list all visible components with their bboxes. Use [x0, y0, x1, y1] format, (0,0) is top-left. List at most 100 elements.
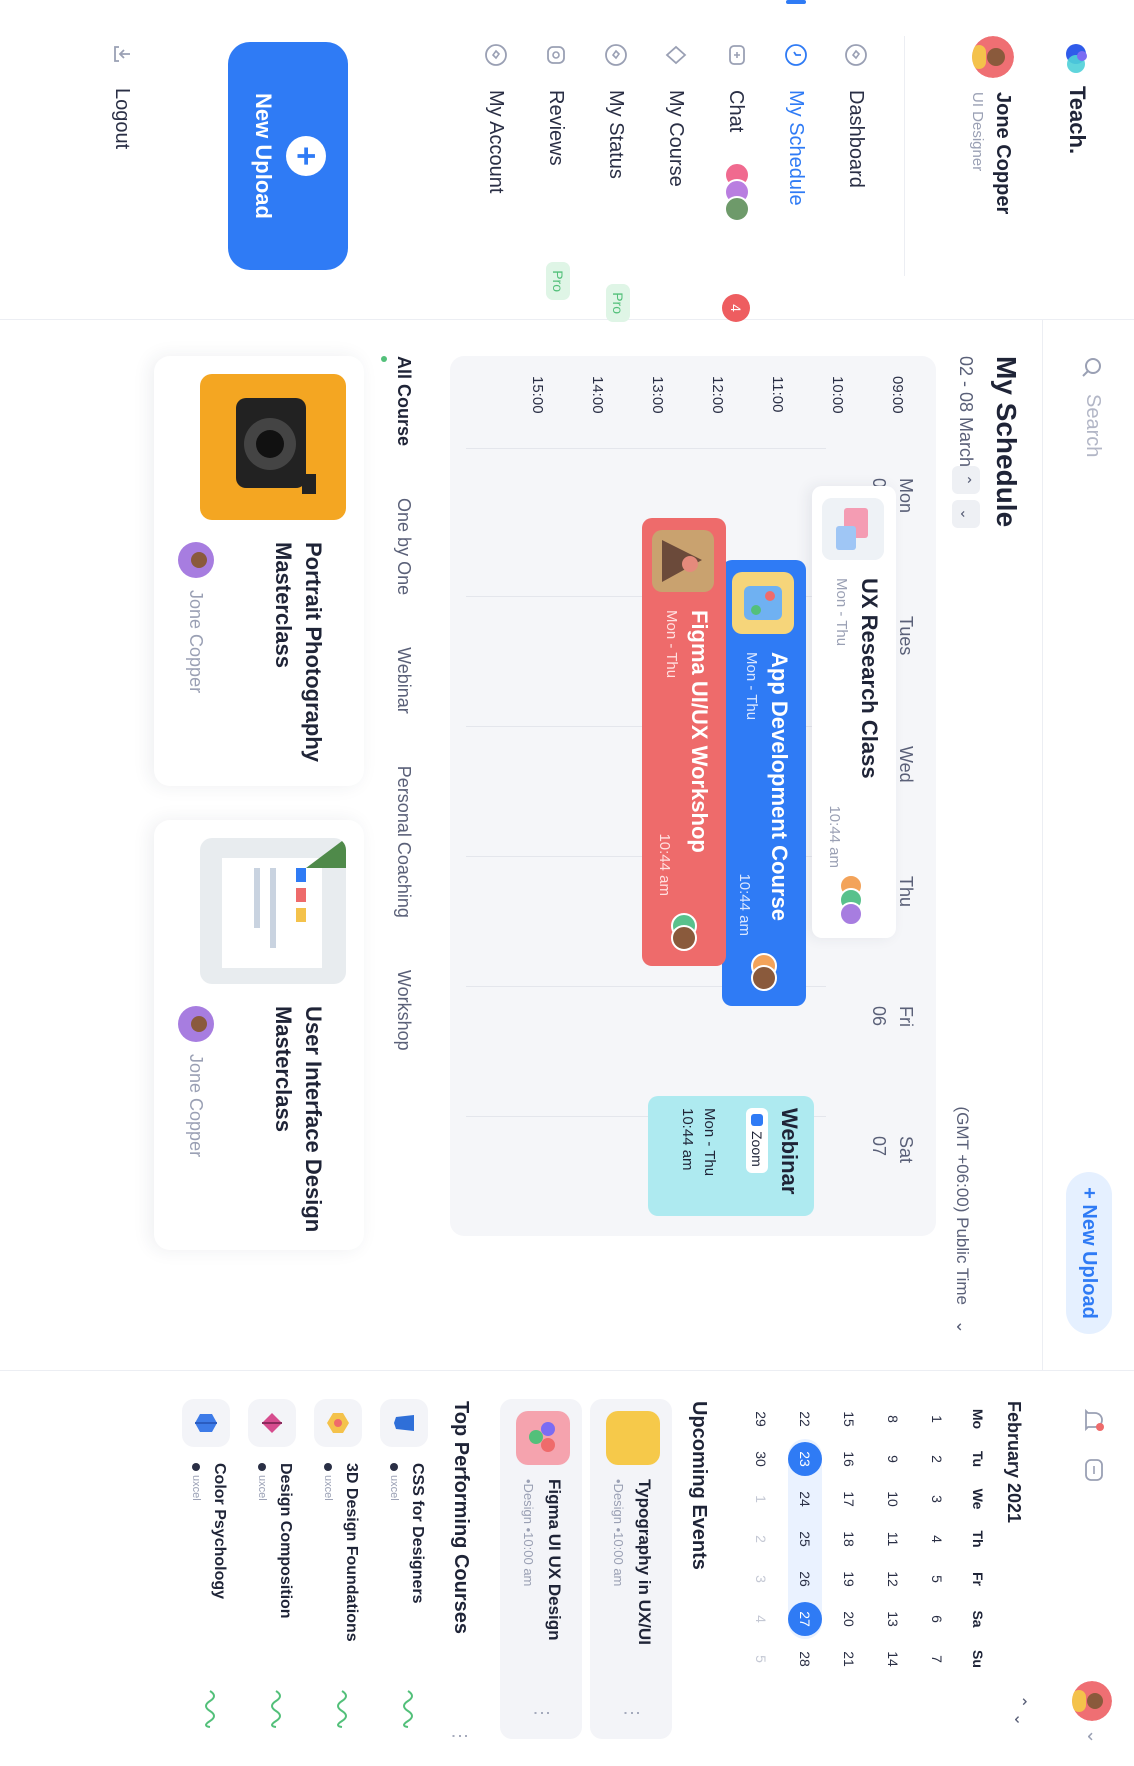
sidebar-item-my-schedule[interactable]: My Schedule — [776, 42, 816, 282]
zoom-icon — [751, 1114, 763, 1126]
timezone-select[interactable]: (GMT +06:00) Public Time ⌄ — [952, 1106, 972, 1334]
sidebar-item-my-status[interactable]: My Status Pro — [596, 42, 636, 322]
sidebar-item-label: Dashboard — [845, 90, 868, 188]
sidebar-item-chat[interactable]: Chat 4 — [716, 42, 756, 322]
upcoming-events-title: Upcoming Events — [688, 1401, 710, 1570]
tab-webinar[interactable]: Webinar — [393, 647, 414, 714]
sidebar-item-reviews[interactable]: Reviews Pro — [536, 42, 576, 300]
cube-icon — [314, 1399, 362, 1447]
course-title: CSS for Designers — [409, 1463, 426, 1604]
event-title: App Development Course — [767, 652, 792, 921]
logout-icon — [110, 42, 134, 66]
sidebar-item-label: My Status — [605, 90, 628, 179]
sidebar-item-label: My Schedule — [785, 90, 808, 206]
course-title: Portrait Photography Masterclass — [271, 542, 326, 763]
user-role: UI Designer — [969, 92, 986, 172]
upcoming-event-item[interactable]: Typography in UX/UI •Design •10:00 am ⋮ — [590, 1399, 672, 1739]
course-author: Jone Copper — [178, 1006, 214, 1157]
event-thumbnail — [822, 498, 884, 560]
time-label: 15:00 — [529, 376, 546, 414]
more-icon[interactable]: ⋮ — [449, 1727, 470, 1745]
logout-button[interactable]: Logout — [110, 42, 134, 149]
course-image-camera — [200, 374, 346, 520]
course-source: uxcel — [256, 1463, 268, 1501]
course-filter-tabs: All Course One by One Webinar Personal C… — [393, 356, 414, 1103]
selected-day-start[interactable]: 23 — [788, 1442, 822, 1476]
calendar-week: 1234567 — [929, 1415, 945, 1663]
event-days: Mon - Thu — [701, 1108, 718, 1177]
app-window: Teach. Jone Copper UI Designer Dashboard… — [0, 0, 1134, 1766]
chat-participants — [722, 160, 752, 230]
sidebar-item-my-course[interactable]: My Course — [656, 42, 696, 282]
tab-personal-coaching[interactable]: Personal Coaching — [393, 766, 414, 918]
course-card[interactable]: Portrait Photography Masterclass Jone Co… — [154, 356, 364, 786]
calendar-week: 22 23 24 25 26 27 28 — [788, 1399, 822, 1679]
course-image-ui-design — [200, 838, 346, 984]
upcoming-event-item[interactable]: Figma UI UX Design •Design •10:00 am ⋮ — [500, 1399, 582, 1739]
event-app-development[interactable]: App Development Course Mon - Thu 10:44 a… — [722, 560, 806, 1006]
brand-name: Teach. — [1065, 86, 1090, 155]
chat-icon — [723, 42, 749, 68]
notification-icon[interactable] — [1080, 1407, 1106, 1433]
clock-icon — [783, 42, 809, 68]
calendar-weekdays: Mo Tu We Th Fr Sa Su — [970, 1408, 986, 1668]
avatar[interactable] — [972, 36, 1014, 78]
reviews-icon — [543, 42, 569, 68]
top-course-item[interactable]: Design Composition uxcel — [242, 1399, 300, 1739]
more-icon[interactable]: ⋮ — [621, 1704, 642, 1723]
search-icon — [1082, 356, 1104, 378]
top-course-item[interactable]: 3D Design Foundations uxcel — [308, 1399, 366, 1739]
search-placeholder: Search — [1082, 394, 1104, 458]
tab-workshop[interactable]: Workshop — [393, 970, 414, 1051]
chevron-down-icon[interactable]: ⌄ — [1011, 1713, 1028, 1726]
selected-day-end[interactable]: 27 — [788, 1602, 822, 1636]
search-input[interactable]: Search — [1081, 356, 1104, 457]
event-webinar[interactable]: Webinar Zoom Mon - Thu 10:44 am — [648, 1096, 814, 1216]
chevron-up-icon[interactable]: ⌃ — [1011, 1695, 1028, 1708]
sidebar-item-dashboard[interactable]: Dashboard — [836, 42, 876, 282]
sidebar-item-my-account[interactable]: My Account — [476, 42, 516, 282]
event-icon — [606, 1411, 660, 1465]
chevron-down-icon: ⌄ — [953, 1319, 972, 1334]
top-course-item[interactable]: CSS for Designers uxcel — [374, 1399, 432, 1739]
tab-all-course[interactable]: All Course — [393, 356, 414, 446]
new-upload-label: New Upload — [251, 93, 276, 219]
event-ux-research[interactable]: UX Research Class Mon - Thu 10:44 am — [812, 486, 896, 938]
participant-avatars — [664, 912, 704, 952]
more-icon[interactable]: ⋮ — [531, 1704, 552, 1723]
event-thumbnail — [652, 530, 714, 592]
time-label: 14:00 — [589, 376, 606, 414]
message-icon[interactable] — [1080, 1457, 1106, 1483]
prev-week-button[interactable]: ⌃ — [952, 466, 980, 494]
user-profile[interactable]: Jone Copper UI Designer — [904, 36, 1014, 276]
month-nav[interactable]: ⌃ ⌄ — [1010, 1695, 1030, 1726]
trend-sparkline — [337, 1690, 347, 1728]
time-label: 12:00 — [709, 376, 726, 414]
zoom-tag: Zoom — [746, 1108, 768, 1173]
event-thumbnail — [732, 572, 794, 634]
course-card[interactable]: User Interface Design Masterclass Jone C… — [154, 820, 364, 1250]
new-upload-button[interactable]: + New Upload — [228, 42, 348, 270]
event-title: Figma UI UX Design — [545, 1479, 564, 1641]
event-figma-workshop[interactable]: Figma UI/UX Workshop Mon - Thu 10:44 am — [642, 518, 726, 966]
status-icon — [603, 42, 629, 68]
account-icon — [483, 42, 509, 68]
course-source: uxcel — [190, 1463, 202, 1501]
calendar-week: 29 30 1 2 3 4 5 — [753, 1411, 769, 1663]
logo-icon — [1060, 42, 1090, 76]
event-time: 10:44 am — [679, 1108, 696, 1171]
calendar-week: 8 9 10 11 12 13 14 — [885, 1415, 901, 1667]
next-week-button[interactable]: ⌄ — [952, 500, 980, 528]
tab-one-by-one[interactable]: One by One — [393, 498, 414, 595]
course-source: uxcel — [322, 1463, 334, 1501]
logout-label: Logout — [111, 88, 134, 150]
chevron-down-icon[interactable]: ⌄ — [1083, 1729, 1104, 1744]
new-upload-small-button[interactable]: + New Upload — [1066, 1172, 1112, 1334]
sidebar-item-label: My Account — [485, 90, 508, 194]
dashboard-icon — [843, 42, 869, 68]
top-course-item[interactable]: Color Psychology uxcel — [176, 1399, 234, 1739]
page-title: My Schedule — [991, 356, 1022, 528]
avatar[interactable] — [1072, 1681, 1112, 1721]
event-title: UX Research Class — [857, 578, 882, 779]
avatar — [178, 542, 214, 578]
